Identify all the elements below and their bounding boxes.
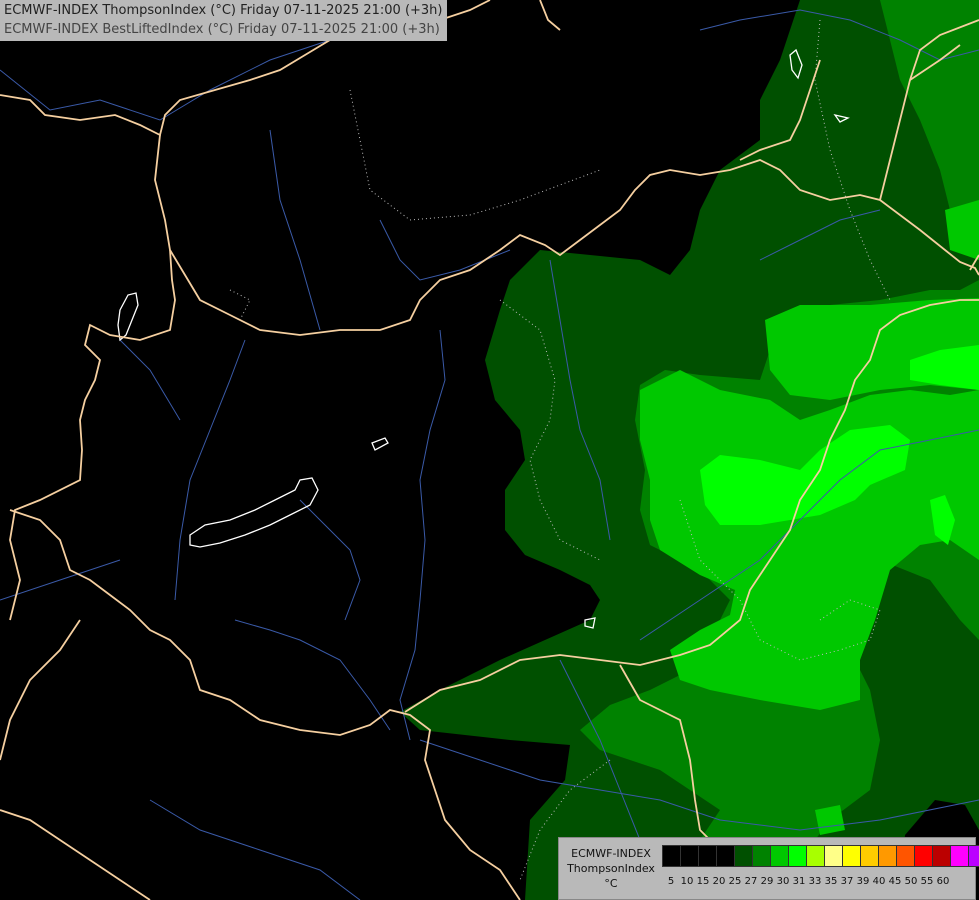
legend-swatch — [734, 845, 753, 867]
legend-tick: 39 — [856, 876, 870, 887]
legend-index: ThompsonIndex — [567, 862, 655, 875]
map-title-thompson: ECMWF-INDEX ThompsonIndex (°C) Friday 07… — [4, 3, 443, 18]
legend-tick: 31 — [792, 876, 806, 887]
legend-tick: 5 — [667, 876, 675, 887]
legend-swatch — [716, 845, 735, 867]
legend-swatches — [662, 845, 979, 867]
legend-tick: 25 — [728, 876, 742, 887]
legend-swatch — [914, 845, 933, 867]
legend-tick: 50 — [904, 876, 918, 887]
legend-tick: 60 — [936, 876, 950, 887]
legend-swatch — [896, 845, 915, 867]
legend-tick: 30 — [776, 876, 790, 887]
legend-tick: 29 — [760, 876, 774, 887]
legend-swatch — [878, 845, 897, 867]
legend-unit: °C — [604, 877, 618, 890]
legend-swatch — [806, 845, 825, 867]
color-legend: ECMWF-INDEX ThompsonIndex °C 5 10 15 20 25 27… — [558, 837, 979, 900]
legend-tick: 20 — [712, 876, 726, 887]
legend-swatch — [968, 845, 979, 867]
legend-swatch — [824, 845, 843, 867]
legend-model: ECMWF-INDEX — [571, 847, 651, 860]
weather-map — [0, 0, 979, 900]
map-title-box: ECMWF-INDEX ThompsonIndex (°C) Friday 07… — [0, 0, 447, 41]
legend-swatch — [788, 845, 807, 867]
legend-swatch — [860, 845, 879, 867]
legend-label: ECMWF-INDEX ThompsonIndex °C — [563, 846, 659, 891]
legend-swatch — [770, 845, 789, 867]
legend-swatch — [932, 845, 951, 867]
legend-tick: 37 — [840, 876, 854, 887]
legend-swatch — [950, 845, 969, 867]
legend-ticks: 5 10 15 20 25 27 29 30 31 33 35 37 39 40 45 50 55 60 — [663, 876, 951, 887]
legend-tick: 33 — [808, 876, 822, 887]
legend-tick: 15 — [696, 876, 710, 887]
legend-tick: 27 — [744, 876, 758, 887]
legend-tick: 45 — [888, 876, 902, 887]
legend-tick: 10 — [680, 876, 694, 887]
legend-tick: 40 — [872, 876, 886, 887]
legend-swatch — [842, 845, 861, 867]
map-title-lifted: ECMWF-INDEX BestLiftedIndex (°C) Friday … — [4, 22, 440, 37]
legend-tick: 35 — [824, 876, 838, 887]
legend-tick: 55 — [920, 876, 934, 887]
legend-swatch — [680, 845, 699, 867]
legend-swatch — [752, 845, 771, 867]
legend-swatch — [662, 845, 681, 867]
legend-swatch — [698, 845, 717, 867]
